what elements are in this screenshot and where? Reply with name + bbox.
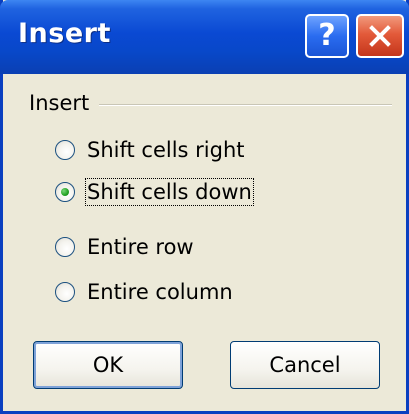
group-label: Insert (29, 91, 100, 115)
dialog-title: Insert (18, 18, 111, 49)
radio-unselected-icon[interactable] (55, 140, 75, 160)
option-shift-cells-down[interactable]: Shift cells down (55, 176, 254, 208)
insert-dialog: Insert ? Insert Shift cells right Shift … (0, 0, 409, 414)
option-label: Entire row (87, 235, 194, 259)
option-label: Entire column (87, 280, 233, 304)
radio-unselected-icon[interactable] (55, 282, 75, 302)
option-shift-cells-right[interactable]: Shift cells right (55, 134, 245, 166)
option-label: Shift cells down (85, 178, 254, 206)
radio-selected-icon[interactable] (55, 182, 75, 202)
help-button[interactable]: ? (305, 14, 349, 58)
option-label: Shift cells right (87, 138, 245, 162)
cancel-button[interactable]: Cancel (230, 341, 380, 389)
close-icon (369, 25, 391, 47)
ok-button[interactable]: OK (33, 341, 183, 389)
close-button[interactable] (356, 14, 404, 58)
radio-unselected-icon[interactable] (55, 237, 75, 257)
title-bar[interactable]: Insert ? (0, 0, 409, 74)
option-entire-column[interactable]: Entire column (55, 276, 233, 308)
option-entire-row[interactable]: Entire row (55, 231, 194, 263)
help-icon: ? (318, 18, 336, 53)
